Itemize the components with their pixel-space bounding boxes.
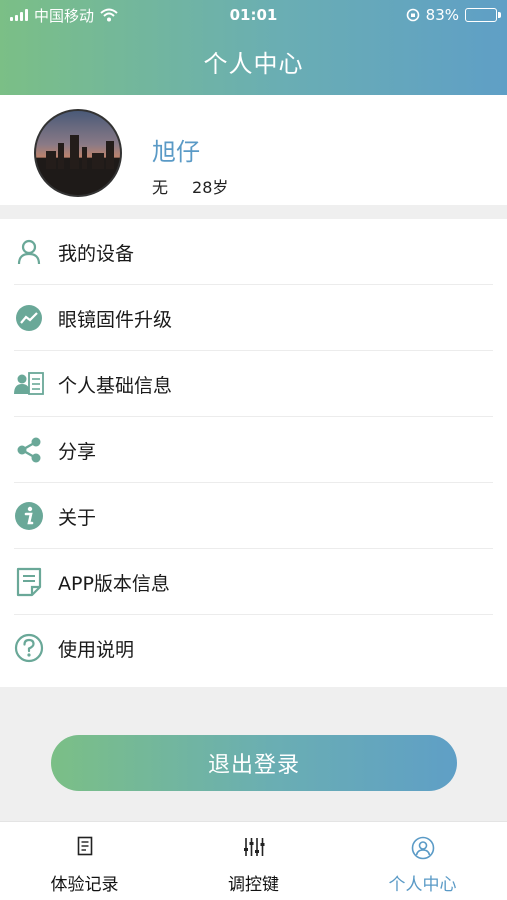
carrier-label: 中国移动 [34, 6, 95, 25]
menu-item-label: 分享 [58, 440, 97, 463]
menu-item-label: 眼镜固件升级 [58, 308, 173, 331]
status-left: 中国移动 [10, 5, 118, 26]
help-icon [14, 633, 44, 663]
menu-item-label: 关于 [58, 506, 97, 529]
tab-controls[interactable]: 调控键 [169, 822, 338, 900]
tab-label: 调控键 [228, 875, 279, 895]
tab-label: 个人中心 [388, 875, 457, 895]
info-icon [14, 501, 44, 531]
user-age: 28岁 [192, 178, 229, 197]
sliders-icon [169, 836, 338, 858]
status-bar: 中国移动 01:01 83% [0, 0, 507, 30]
tab-experience-records[interactable]: 体验记录 [0, 822, 169, 900]
settings-menu: 我的设备 眼镜固件升级 个人基础信息 分享 关于 APP版本信息 使用说明 [0, 219, 507, 687]
document-icon [14, 567, 44, 597]
share-icon [14, 435, 44, 465]
user-name: 旭仔 [152, 138, 200, 166]
tab-personal-center[interactable]: 个人中心 [338, 822, 507, 900]
tab-bar: 体验记录 调控键 个人中心 [0, 821, 507, 900]
menu-item-share[interactable]: 分享 [0, 417, 507, 483]
menu-item-firmware-upgrade[interactable]: 眼镜固件升级 [0, 285, 507, 351]
user-gender: 无 [152, 178, 169, 197]
menu-item-app-version[interactable]: APP版本信息 [0, 549, 507, 615]
menu-item-label: 个人基础信息 [58, 374, 173, 397]
status-right: 83% [406, 6, 501, 24]
menu-item-my-device[interactable]: 我的设备 [0, 219, 507, 285]
menu-item-personal-info[interactable]: 个人基础信息 [0, 351, 507, 417]
header-bar: 中国移动 01:01 83% 个人中心 [0, 0, 507, 95]
logout-button[interactable]: 退出登录 [51, 735, 457, 791]
note-icon [0, 836, 169, 858]
avatar[interactable] [34, 109, 122, 197]
user-circle-icon [338, 836, 507, 860]
battery-icon [465, 8, 501, 22]
user-info: 无 28岁 [152, 174, 228, 198]
orientation-lock-icon [406, 8, 419, 22]
id-card-icon [14, 369, 44, 399]
battery-percent: 83% [425, 6, 459, 24]
signal-icon [10, 9, 28, 21]
person-icon [14, 237, 44, 267]
menu-item-user-guide[interactable]: 使用说明 [0, 615, 507, 681]
profile-card[interactable]: 旭仔 无 28岁 [0, 95, 507, 205]
menu-item-label: 我的设备 [58, 242, 135, 265]
menu-item-label: APP版本信息 [58, 572, 170, 595]
menu-item-about[interactable]: 关于 [0, 483, 507, 549]
menu-item-label: 使用说明 [58, 638, 135, 661]
tab-label: 体验记录 [50, 875, 119, 895]
wifi-icon [100, 8, 118, 22]
trend-icon [14, 303, 44, 333]
page-title: 个人中心 [203, 50, 304, 78]
